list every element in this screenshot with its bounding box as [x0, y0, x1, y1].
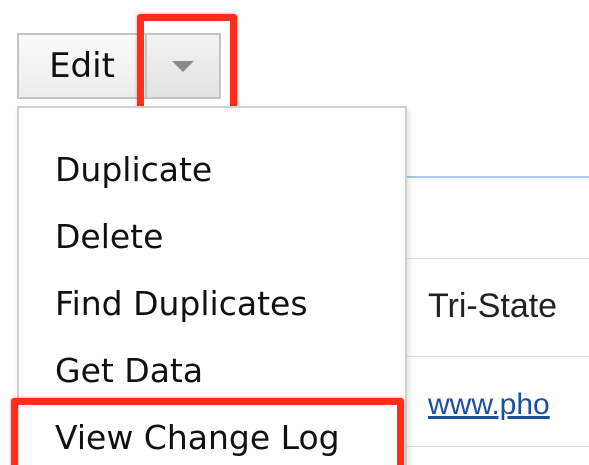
menu-item-duplicate[interactable]: Duplicate — [55, 150, 212, 190]
row-divider — [405, 356, 589, 357]
account-name-value: Tri-State — [428, 287, 558, 325]
website-link[interactable]: www.pho — [428, 388, 550, 422]
annotation-highlight-view-change-log — [11, 398, 404, 465]
row-divider — [405, 258, 589, 259]
row-divider — [405, 446, 589, 447]
menu-item-find-duplicates[interactable]: Find Duplicates — [55, 284, 308, 324]
menu-item-get-data[interactable]: Get Data — [55, 351, 203, 391]
menu-item-delete[interactable]: Delete — [55, 217, 163, 257]
screenshot-stage: Tri-State www.pho Edit Duplicate Delete … — [0, 0, 589, 465]
annotation-highlight-toggle — [137, 14, 237, 116]
panel-header-rule — [405, 176, 589, 178]
edit-button[interactable]: Edit — [17, 33, 145, 99]
